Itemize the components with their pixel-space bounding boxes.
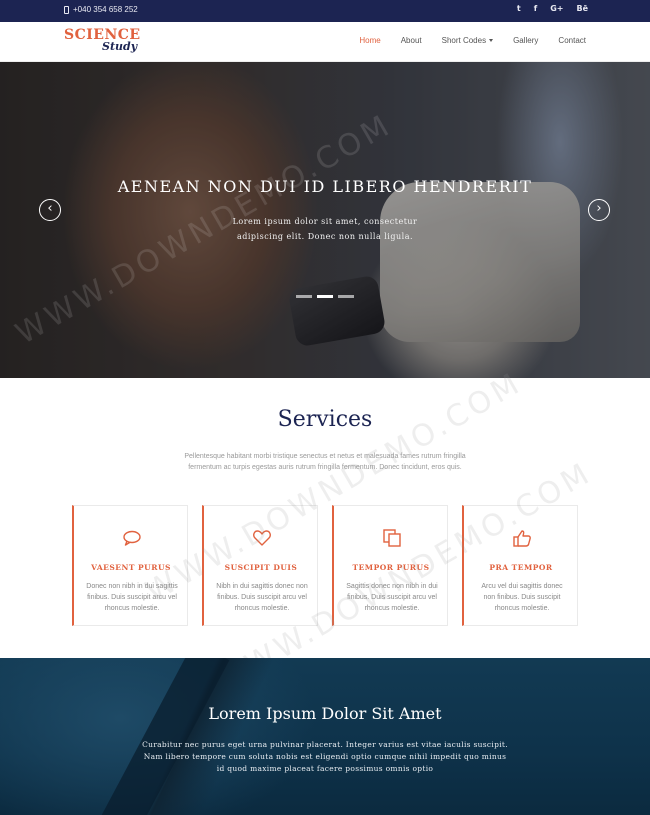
slider-next-button[interactable]: › — [588, 199, 610, 221]
slider-dot-active[interactable] — [317, 295, 333, 298]
twitter-icon[interactable]: t — [517, 4, 521, 13]
service-card-text: Sagittis donec non nibh in dui finibus. … — [346, 583, 438, 612]
nav-item-short-codes-label: Short Codes — [441, 36, 487, 45]
nav-item-about[interactable]: About — [401, 36, 422, 45]
speech-bubble-icon — [123, 530, 141, 546]
site-logo[interactable]: SCIENCE Study — [64, 27, 141, 53]
service-card: SUSCIPIT DUIS Nibh in dui sagittis donec… — [202, 505, 318, 626]
phone-number: +040 354 658 252 — [73, 5, 138, 14]
hero-slider: AENEAN NON DUI ID LIBERO HENDRERIT Lorem… — [0, 62, 650, 378]
service-card-title: VAESENT PURUS — [91, 563, 171, 572]
thumbs-up-icon — [513, 530, 531, 547]
nav-menu: Home About Short Codes Gallery Contact — [359, 36, 586, 45]
copy-icon — [383, 529, 401, 547]
top-bar: +040 354 658 252 t f G+ Bē — [0, 0, 650, 22]
google-plus-icon[interactable]: G+ — [550, 4, 563, 13]
service-card-text: Arcu vel dui sagittis donec non finibus.… — [481, 583, 563, 612]
banner-title: Lorem Ipsum Dolor Sit Amet — [208, 704, 442, 723]
service-card: PRA TEMPOR Arcu vel dui sagittis donec n… — [462, 505, 578, 626]
heart-icon — [253, 530, 271, 546]
hero-subtitle: Lorem ipsum dolor sit amet, consectetur … — [232, 217, 418, 241]
main-navigation: SCIENCE Study Home About Short Codes Gal… — [0, 22, 650, 62]
slider-pagination — [296, 295, 354, 298]
slider-prev-button[interactable]: ‹ — [39, 199, 61, 221]
phone-contact: +040 354 658 252 — [64, 5, 138, 14]
chevron-down-icon — [489, 39, 494, 43]
nav-item-contact[interactable]: Contact — [558, 36, 586, 45]
services-intro: Pellentesque habitant morbi tristique se… — [184, 453, 466, 471]
nav-item-gallery[interactable]: Gallery — [513, 36, 538, 45]
social-links: t f G+ Bē — [517, 4, 588, 13]
service-card-title: PRA TEMPOR — [489, 563, 553, 572]
behance-icon[interactable]: Bē — [576, 4, 588, 13]
services-title: Services — [277, 407, 373, 432]
slider-dot[interactable] — [338, 295, 354, 298]
nav-item-short-codes[interactable]: Short Codes — [441, 36, 494, 45]
hero-title: AENEAN NON DUI ID LIBERO HENDRERIT — [117, 177, 533, 196]
service-card-title: SUSCIPIT DUIS — [224, 563, 298, 572]
nav-item-home[interactable]: Home — [359, 36, 380, 45]
facebook-icon[interactable]: f — [534, 4, 537, 13]
callout-banner: Lorem Ipsum Dolor Sit Amet Curabitur nec… — [0, 658, 650, 815]
service-card-title: TEMPOR PURUS — [352, 563, 430, 572]
service-card-text: Donec non nibh in dui sagittis finibus. … — [86, 583, 178, 612]
banner-text: Curabitur nec purus eget urna pulvinar p… — [142, 740, 508, 773]
banner-background-graphic — [90, 658, 230, 815]
service-card-text: Nibh in dui sagittis donec non finibus. … — [216, 583, 308, 612]
slider-dot[interactable] — [296, 295, 312, 298]
phone-icon — [64, 5, 69, 14]
service-card: VAESENT PURUS Donec non nibh in dui sagi… — [72, 505, 188, 626]
logo-line2: Study — [102, 40, 138, 53]
service-card: TEMPOR PURUS Sagittis donec non nibh in … — [332, 505, 448, 626]
